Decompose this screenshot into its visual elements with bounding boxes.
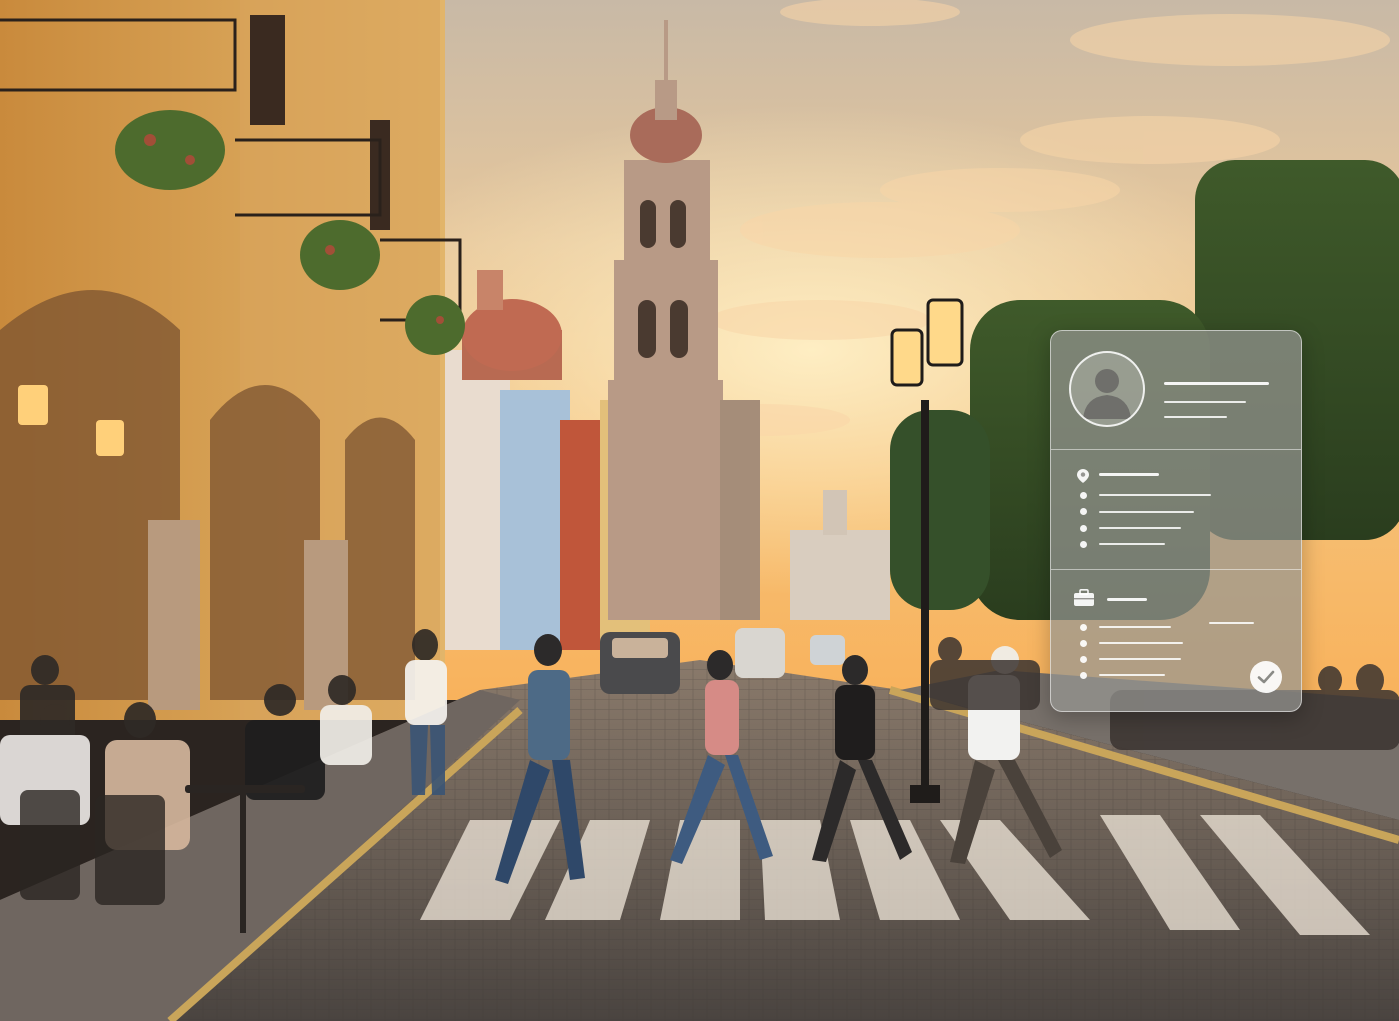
details-line-placeholder (1099, 494, 1211, 496)
details-line-placeholder (1099, 543, 1165, 545)
bullet-dot (1080, 492, 1087, 499)
work-line-placeholder (1209, 622, 1254, 624)
location-pin-icon (1077, 469, 1089, 483)
work-line-placeholder (1099, 674, 1165, 676)
bullet-dot (1080, 656, 1087, 663)
details-section (1051, 450, 1301, 568)
check-circle-icon (1250, 661, 1282, 693)
work-line-placeholder (1099, 642, 1183, 644)
profile-card (1050, 330, 1302, 712)
bullet-dot (1080, 508, 1087, 515)
bullet-dot (1080, 541, 1087, 548)
details-line-placeholder (1099, 511, 1194, 513)
subtitle-placeholder-line (1164, 416, 1227, 418)
subtitle-placeholder-line (1164, 401, 1246, 403)
name-placeholder-line (1164, 382, 1269, 385)
bullet-dot (1080, 525, 1087, 532)
profile-header (1051, 331, 1301, 449)
work-line-placeholder (1099, 626, 1171, 628)
bullet-dot (1080, 624, 1087, 631)
bullet-dot (1080, 672, 1087, 679)
details-heading-placeholder (1099, 473, 1159, 476)
details-line-placeholder (1099, 527, 1181, 529)
bullet-dot (1080, 640, 1087, 647)
briefcase-icon (1073, 589, 1095, 607)
user-silhouette-icon (1069, 351, 1145, 427)
work-line-placeholder (1099, 658, 1181, 660)
work-heading-placeholder (1107, 598, 1147, 601)
